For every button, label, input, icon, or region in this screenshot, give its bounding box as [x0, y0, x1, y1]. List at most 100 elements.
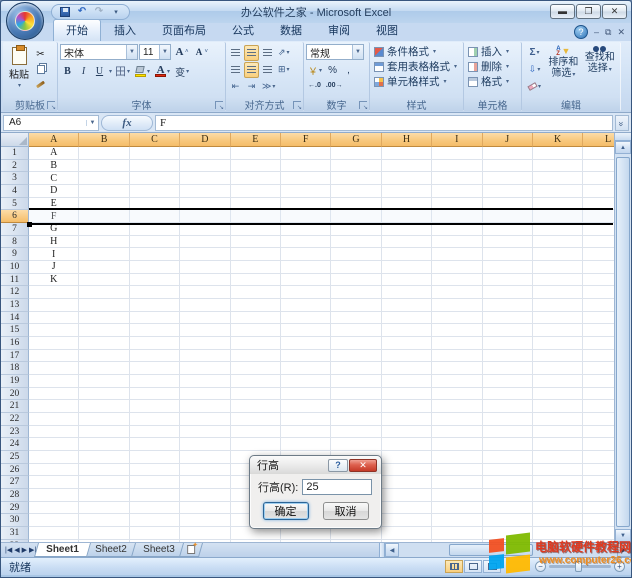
cell-I10[interactable]: [432, 261, 482, 274]
cell-K2[interactable]: [533, 160, 583, 173]
workbook-restore-button[interactable]: ⧉: [605, 28, 611, 37]
cell-B13[interactable]: [79, 299, 129, 312]
format-cells-button[interactable]: 格式▾: [466, 74, 519, 89]
fill-color-button[interactable]: ▾: [133, 63, 152, 79]
cell-J5[interactable]: [483, 198, 533, 211]
cell-C10[interactable]: [130, 261, 180, 274]
cell-E15[interactable]: [231, 324, 281, 337]
cell-E22[interactable]: [231, 413, 281, 426]
cell-B12[interactable]: [79, 286, 129, 299]
row-header-12[interactable]: 12: [1, 286, 29, 299]
cell-L25[interactable]: [583, 451, 616, 464]
shrink-font-button[interactable]: A˅: [192, 44, 211, 60]
increase-indent-button[interactable]: ⇥: [244, 79, 259, 95]
cell-C3[interactable]: [130, 172, 180, 185]
cell-I17[interactable]: [432, 350, 482, 363]
workbook-close-button[interactable]: ✕: [617, 28, 625, 37]
cell-J26[interactable]: [483, 464, 533, 477]
cell-D14[interactable]: [180, 312, 230, 325]
cell-K5[interactable]: [533, 198, 583, 211]
cell-G31[interactable]: [331, 527, 381, 540]
cell-J9[interactable]: [483, 248, 533, 261]
cell-C13[interactable]: [130, 299, 180, 312]
cell-J24[interactable]: [483, 438, 533, 451]
cell-D11[interactable]: [180, 274, 230, 287]
cell-D22[interactable]: [180, 413, 230, 426]
cell-F19[interactable]: [281, 375, 331, 388]
cell-H23[interactable]: [382, 426, 432, 439]
cell-C18[interactable]: [130, 362, 180, 375]
cell-G6[interactable]: [331, 210, 381, 223]
cell-B28[interactable]: [79, 489, 129, 502]
cell-K1[interactable]: [533, 147, 583, 160]
row-header-23[interactable]: 23: [1, 426, 29, 439]
cell-A21[interactable]: [29, 400, 79, 413]
cell-I6[interactable]: [432, 210, 482, 223]
cell-L12[interactable]: [583, 286, 616, 299]
cell-H12[interactable]: [382, 286, 432, 299]
cell-A23[interactable]: [29, 426, 79, 439]
cell-L19[interactable]: [583, 375, 616, 388]
cell-H19[interactable]: [382, 375, 432, 388]
cell-J8[interactable]: [483, 236, 533, 249]
cell-K11[interactable]: [533, 274, 583, 287]
cell-G24[interactable]: [331, 438, 381, 451]
cell-D7[interactable]: [180, 223, 230, 236]
cell-D1[interactable]: [180, 147, 230, 160]
ribbon-tab-5[interactable]: 审阅: [315, 19, 363, 41]
cell-G7[interactable]: [331, 223, 381, 236]
cell-J1[interactable]: [483, 147, 533, 160]
column-header-L[interactable]: L: [583, 133, 616, 147]
row-header-19[interactable]: 19: [1, 375, 29, 388]
cell-J19[interactable]: [483, 375, 533, 388]
cell-D18[interactable]: [180, 362, 230, 375]
cell-H13[interactable]: [382, 299, 432, 312]
cell-D2[interactable]: [180, 160, 230, 173]
cell-F9[interactable]: [281, 248, 331, 261]
cell-G2[interactable]: [331, 160, 381, 173]
cell-F20[interactable]: [281, 388, 331, 401]
cell-K14[interactable]: [533, 312, 583, 325]
ok-button[interactable]: 确定: [263, 502, 309, 520]
cell-E14[interactable]: [231, 312, 281, 325]
cell-H21[interactable]: [382, 400, 432, 413]
row-height-input[interactable]: 25: [302, 479, 372, 495]
row-header-13[interactable]: 13: [1, 299, 29, 312]
cell-L29[interactable]: [583, 502, 616, 515]
cell-L7[interactable]: [583, 223, 616, 236]
cell-H24[interactable]: [382, 438, 432, 451]
row-header-15[interactable]: 15: [1, 324, 29, 337]
dialog-title-bar[interactable]: 行高 ? ✕: [250, 456, 381, 474]
cell-A6[interactable]: F: [29, 210, 79, 223]
cell-A11[interactable]: K: [29, 274, 79, 287]
cell-C1[interactable]: [130, 147, 180, 160]
minimize-button[interactable]: ▬: [550, 4, 575, 19]
cell-I9[interactable]: [432, 248, 482, 261]
cell-E12[interactable]: [231, 286, 281, 299]
align-center-button[interactable]: [244, 62, 259, 78]
row-header-11[interactable]: 11: [1, 274, 29, 287]
cell-E31[interactable]: [231, 527, 281, 540]
cell-K22[interactable]: [533, 413, 583, 426]
cell-G21[interactable]: [331, 400, 381, 413]
cell-J14[interactable]: [483, 312, 533, 325]
cell-F31[interactable]: [281, 527, 331, 540]
phonetic-guide-button[interactable]: 变▾: [173, 63, 191, 79]
cell-H16[interactable]: [382, 337, 432, 350]
cell-B2[interactable]: [79, 160, 129, 173]
sort-filter-button[interactable]: AZ ▼ 排序和 筛选▾: [545, 44, 581, 94]
cell-E23[interactable]: [231, 426, 281, 439]
cell-B9[interactable]: [79, 248, 129, 261]
bold-button[interactable]: B: [60, 63, 75, 79]
cell-H31[interactable]: [382, 527, 432, 540]
cell-B29[interactable]: [79, 502, 129, 515]
row-header-29[interactable]: 29: [1, 502, 29, 515]
align-middle-button[interactable]: [244, 45, 259, 61]
cell-E8[interactable]: [231, 236, 281, 249]
cell-K29[interactable]: [533, 502, 583, 515]
cell-A27[interactable]: [29, 476, 79, 489]
cell-A22[interactable]: [29, 413, 79, 426]
cell-I8[interactable]: [432, 236, 482, 249]
cell-A7[interactable]: G: [29, 223, 79, 236]
cell-E2[interactable]: [231, 160, 281, 173]
